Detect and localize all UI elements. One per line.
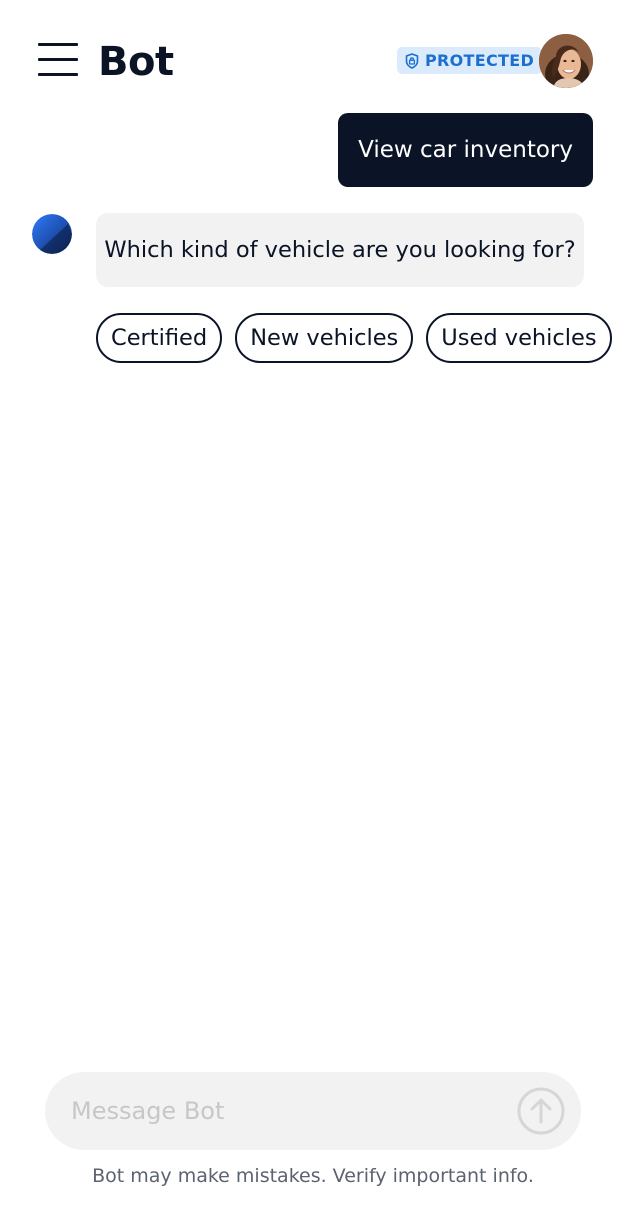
bot-message-bubble: Which kind of vehicle are you looking fo… xyxy=(96,213,584,287)
message-input[interactable] xyxy=(71,1072,491,1150)
protected-badge-label: PROTECTED xyxy=(425,51,535,70)
page-title: Bot xyxy=(98,39,174,85)
hamburger-menu-icon[interactable] xyxy=(36,40,80,80)
avatar[interactable] xyxy=(539,34,593,88)
arrow-up-circle-icon xyxy=(517,1087,565,1135)
send-button[interactable] xyxy=(517,1087,565,1135)
protected-badge: PROTECTED xyxy=(397,47,543,74)
quick-reply-new-vehicles[interactable]: New vehicles xyxy=(235,313,414,363)
user-message-bubble: View car inventory xyxy=(338,113,593,187)
quick-reply-certified[interactable]: Certified xyxy=(96,313,223,363)
bot-avatar xyxy=(32,214,72,254)
shield-lock-icon xyxy=(405,52,419,69)
disclaimer: Bot may make mistakes. Verify important … xyxy=(92,1165,534,1187)
quick-reply-used-vehicles[interactable]: Used vehicles xyxy=(426,313,612,363)
message-composer xyxy=(45,1072,581,1150)
header: Bot PROTECTED xyxy=(0,0,626,112)
quick-replies: Certified New vehicles Used vehicles xyxy=(96,313,612,363)
